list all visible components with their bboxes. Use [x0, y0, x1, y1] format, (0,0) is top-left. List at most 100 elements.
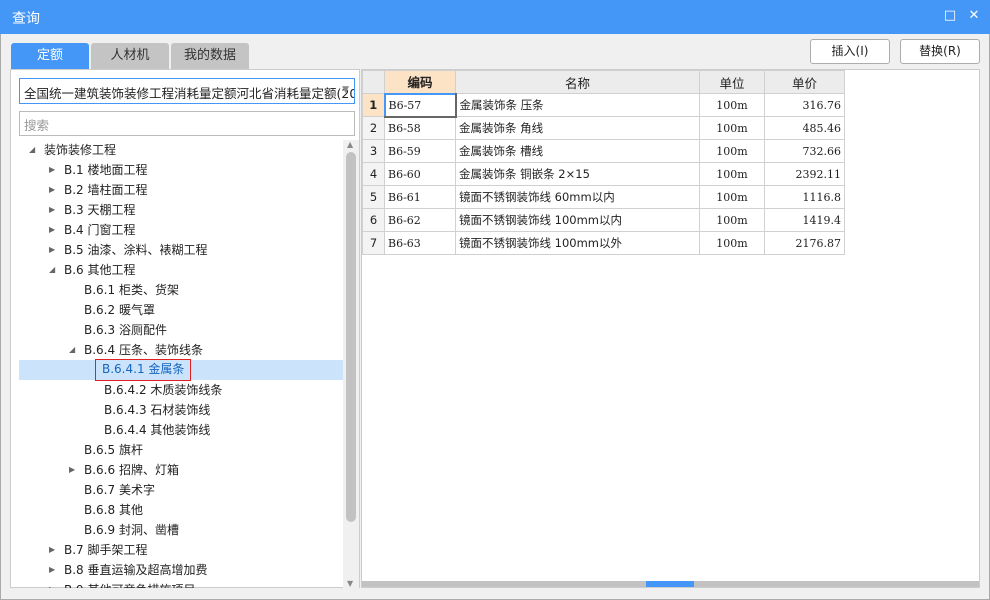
expand-arrow-icon[interactable]: ▶: [49, 560, 55, 580]
row-number: 5: [362, 185, 385, 209]
expand-arrow-icon[interactable]: ▶: [49, 540, 55, 560]
tree-node-label: B.6.6 招牌、灯箱: [84, 463, 179, 477]
expand-arrow-icon[interactable]: ▶: [49, 180, 55, 200]
tree-node-label: B.6.8 其他: [84, 503, 143, 517]
insert-button[interactable]: 插入(I): [810, 39, 890, 64]
expand-arrow-icon[interactable]: ▶: [49, 580, 55, 588]
tree-node-label: B.6.4.2 木质装饰线条: [104, 383, 223, 397]
tab-quota[interactable]: 定额: [11, 43, 89, 69]
name-cell: 金属装饰条 压条: [455, 93, 700, 117]
tree-node-label: B.6.3 浴厕配件: [84, 323, 167, 337]
tree-node-label: B.8 垂直运输及超高增加费: [64, 563, 208, 577]
code-cell: B6-60: [384, 162, 456, 186]
column-header-name[interactable]: 名称: [455, 70, 700, 94]
grid-scrollbar[interactable]: [362, 581, 979, 587]
collapse-arrow-icon[interactable]: ◢: [29, 140, 35, 160]
tree-node-label: B.2 墙柱面工程: [64, 183, 148, 197]
column-header-code[interactable]: 编码: [384, 70, 456, 94]
tree-node[interactable]: ▶ B.3 天棚工程: [19, 200, 343, 220]
quota-library-value: 全国统一建筑装饰装修工程消耗量定额河北省消耗量定额(2012): [24, 86, 355, 101]
tree-node-label: B.6.7 美术字: [84, 483, 155, 497]
expand-arrow-icon[interactable]: ▶: [49, 240, 55, 260]
tree-node[interactable]: ◢ 装饰装修工程: [19, 140, 343, 160]
tree-node[interactable]: ▶ B.6.6 招牌、灯箱: [19, 460, 343, 480]
unit-cell: 100m: [699, 231, 765, 255]
expand-arrow-icon[interactable]: ▶: [49, 200, 55, 220]
tree-node-label: B.3 天棚工程: [64, 203, 136, 217]
tree-node[interactable]: B.6.8 其他: [19, 500, 343, 520]
table-row[interactable]: 3 B6-59 金属装饰条 槽线 100m 732.66: [362, 139, 845, 163]
tree-node-label: B.6.1 柜类、货架: [84, 283, 179, 297]
unit-cell: 100m: [699, 116, 765, 140]
name-cell: 金属装饰条 铜嵌条 2×15: [455, 162, 700, 186]
tab-materials[interactable]: 人材机: [91, 43, 169, 69]
name-cell: 镜面不锈钢装饰线 100mm以内: [455, 208, 700, 232]
tree-node[interactable]: ▶ B.1 楼地面工程: [19, 160, 343, 180]
unit-cell: 100m: [699, 139, 765, 163]
window-title: 查询: [12, 11, 40, 27]
tree-node-label: B.5 油漆、涂料、裱糊工程: [64, 243, 208, 257]
quota-library-select[interactable]: 全国统一建筑装饰装修工程消耗量定额河北省消耗量定额(2012) ▼: [19, 78, 355, 104]
tree-node-label: B.9 其他可竞争措施项目: [64, 580, 196, 588]
price-cell: 316.76: [764, 93, 845, 117]
code-cell: B6-58: [384, 116, 456, 140]
tree-node[interactable]: ▶ B.9 其他可竞争措施项目: [19, 580, 343, 588]
tree-node-label: B.4 门窗工程: [64, 223, 136, 237]
column-header-price[interactable]: 单价: [764, 70, 845, 94]
tree-node[interactable]: ▶ B.5 油漆、涂料、裱糊工程: [19, 240, 343, 260]
tree-node[interactable]: B.6.9 封洞、凿槽: [19, 520, 343, 540]
close-icon[interactable]: ✕: [966, 8, 982, 24]
tree-node[interactable]: B.6.4.1 金属条: [19, 359, 343, 381]
expand-arrow-icon[interactable]: ▶: [49, 220, 55, 240]
tree-node[interactable]: B.6.2 暖气罩: [19, 300, 343, 320]
code-cell: B6-62: [384, 208, 456, 232]
tree-node-label: B.6.4 压条、装饰线条: [84, 343, 203, 357]
table-row[interactable]: 1 B6-57 金属装饰条 压条 100m 316.76: [362, 92, 845, 118]
scrollbar-thumb[interactable]: [346, 152, 356, 522]
expand-arrow-icon[interactable]: ▶: [69, 460, 75, 480]
tree-node[interactable]: ◢ B.6.4 压条、装饰线条: [19, 340, 343, 360]
tree-panel: 全国统一建筑装饰装修工程消耗量定额河北省消耗量定额(2012) ▼ 搜索 ◢ 装饰…: [10, 69, 360, 588]
price-cell: 2176.87: [764, 231, 845, 255]
scroll-down-icon[interactable]: ▼: [347, 579, 353, 588]
tree-node[interactable]: B.6.3 浴厕配件: [19, 320, 343, 340]
code-cell: B6-59: [384, 139, 456, 163]
tree-node-label: B.6.4.1 金属条: [95, 359, 192, 381]
tree-node[interactable]: ◢ B.6 其他工程: [19, 260, 343, 280]
category-tree: ◢ 装饰装修工程 ▶ B.1 楼地面工程 ▶ B.2 墙柱面工程 ▶ B.3 天棚工程 ▶ B.4…: [11, 140, 343, 588]
expand-arrow-icon[interactable]: ▶: [49, 160, 55, 180]
collapse-arrow-icon[interactable]: ◢: [69, 340, 75, 360]
price-cell: 485.46: [764, 116, 845, 140]
chevron-down-icon[interactable]: ▼: [342, 85, 349, 95]
collapse-arrow-icon[interactable]: ◢: [49, 260, 55, 280]
tree-node[interactable]: ▶ B.2 墙柱面工程: [19, 180, 343, 200]
maximize-icon[interactable]: □: [942, 8, 958, 24]
tree-node[interactable]: B.6.5 旗杆: [19, 440, 343, 460]
row-number: 3: [362, 139, 385, 163]
tree-node[interactable]: ▶ B.8 垂直运输及超高增加费: [19, 560, 343, 580]
tree-node[interactable]: B.6.1 柜类、货架: [19, 280, 343, 300]
scrollbar-thumb[interactable]: [646, 581, 694, 587]
tree-node[interactable]: B.6.4.2 木质装饰线条: [19, 380, 343, 400]
name-cell: 镜面不锈钢装饰线 60mm以内: [455, 185, 700, 209]
tree-node[interactable]: B.6.7 美术字: [19, 480, 343, 500]
table-row[interactable]: 7 B6-63 镜面不锈钢装饰线 100mm以外 100m 2176.87: [362, 231, 845, 255]
scroll-up-icon[interactable]: ▲: [347, 140, 353, 149]
table-row[interactable]: 6 B6-62 镜面不锈钢装饰线 100mm以内 100m 1419.4: [362, 208, 845, 232]
column-header-unit[interactable]: 单位: [699, 70, 765, 94]
tree-node-label: B.6.5 旗杆: [84, 443, 143, 457]
unit-cell: 100m: [699, 208, 765, 232]
tree-node[interactable]: ▶ B.4 门窗工程: [19, 220, 343, 240]
table-row[interactable]: 4 B6-60 金属装饰条 铜嵌条 2×15 100m 2392.11: [362, 162, 845, 186]
price-cell: 1419.4: [764, 208, 845, 232]
unit-cell: 100m: [699, 93, 765, 117]
replace-button[interactable]: 替换(R): [900, 39, 980, 64]
tree-node[interactable]: B.6.4.4 其他装饰线: [19, 420, 343, 440]
tree-scrollbar[interactable]: ▲ ▼: [343, 140, 359, 588]
table-row[interactable]: 2 B6-58 金属装饰条 角线 100m 485.46: [362, 116, 845, 140]
tree-node[interactable]: B.6.4.3 石材装饰线: [19, 400, 343, 420]
tab-my-data[interactable]: 我的数据: [171, 43, 249, 69]
tree-node[interactable]: ▶ B.7 脚手架工程: [19, 540, 343, 560]
search-input[interactable]: 搜索: [19, 111, 355, 136]
table-row[interactable]: 5 B6-61 镜面不锈钢装饰线 60mm以内 100m 1116.8: [362, 185, 845, 209]
